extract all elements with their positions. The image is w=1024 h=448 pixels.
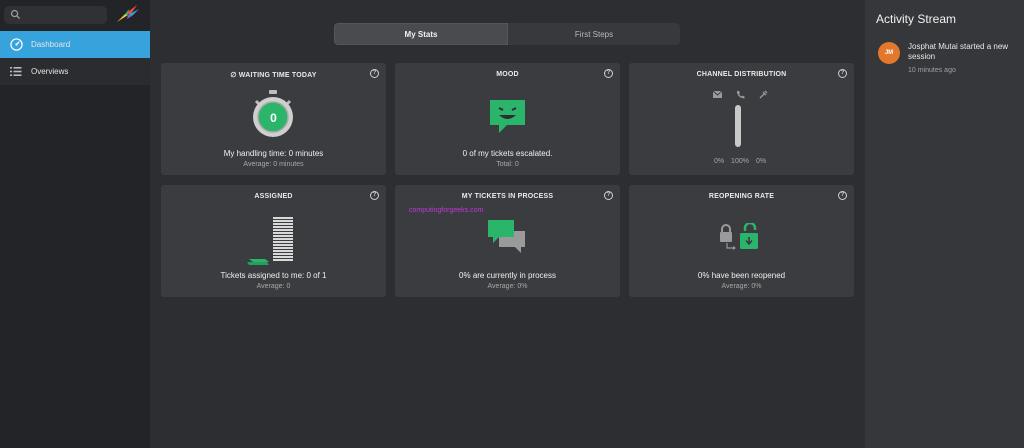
reopening-average: Average: 0%: [721, 283, 762, 290]
waiting-time-main: My handling time: 0 minutes: [223, 149, 324, 158]
waiting-time-average: Average: 0 minutes: [243, 161, 304, 168]
search-input[interactable]: [4, 6, 107, 24]
help-icon[interactable]: ?: [370, 191, 379, 200]
ticket-stack-icon: [247, 217, 293, 265]
help-icon[interactable]: ?: [838, 191, 847, 200]
waiting-time-value: 0: [270, 111, 277, 125]
mood-total: Total: 0: [496, 161, 519, 168]
in-process-main: 0% are currently in process: [459, 271, 556, 280]
help-icon[interactable]: ?: [370, 69, 379, 78]
dashboard-main: My Stats First Steps ∅ WAITING TIME TODA…: [150, 0, 865, 448]
zammad-logo-icon[interactable]: [115, 3, 141, 25]
watermark-text: computingforgeeks.com: [409, 207, 484, 214]
card-title: MOOD: [496, 71, 519, 78]
help-icon[interactable]: ?: [838, 69, 847, 78]
tickets-in-process-card: MY TICKETS IN PROCESS ? 0% are currently…: [395, 185, 620, 297]
email-icon: [713, 91, 722, 98]
assigned-average: Average: 0: [256, 283, 291, 290]
list-icon: [9, 65, 23, 79]
sidebar-item-label: Overviews: [31, 67, 69, 76]
reopening-main: 0% have been reopened: [697, 271, 786, 280]
card-title: MY TICKETS IN PROCESS: [461, 193, 554, 200]
card-title: ASSIGNED: [254, 193, 293, 200]
lock-unlock-icon: [720, 223, 758, 250]
card-title: ∅ WAITING TIME TODAY: [230, 72, 317, 79]
activity-item-text[interactable]: Josphat Mutai started a new session: [908, 42, 1020, 62]
phone-channel-bar: [735, 105, 741, 147]
sidebar-item-overviews[interactable]: Overviews: [0, 58, 150, 85]
avatar[interactable]: JM: [878, 42, 900, 64]
waiting-time-card: ∅ WAITING TIME TODAY ? 0 My handling tim…: [161, 63, 386, 175]
mood-card: MOOD ? 0 of my tickets escalated. Total:…: [395, 63, 620, 175]
mood-main: 0 of my tickets escalated.: [462, 149, 553, 158]
help-icon[interactable]: ?: [604, 69, 613, 78]
phone-percent: 100%: [731, 158, 749, 165]
email-percent: 0%: [713, 158, 725, 165]
phone-icon: [737, 91, 745, 99]
sidebar: Dashboard Overviews: [0, 0, 150, 448]
assigned-card: ASSIGNED ? Tickets assigned to me: 0 of …: [161, 185, 386, 297]
card-title: CHANNEL DISTRIBUTION: [696, 71, 787, 78]
activity-stream-title: Activity Stream: [876, 12, 957, 26]
reopening-rate-card: REOPENING RATE ? 0% have been reopened A…: [629, 185, 854, 297]
web-percent: 0%: [755, 158, 767, 165]
search-icon: [10, 9, 21, 20]
help-icon[interactable]: ?: [604, 191, 613, 200]
sidebar-header: [0, 0, 150, 31]
dashboard-icon: [9, 38, 23, 52]
stats-tabs: My Stats First Steps: [334, 23, 680, 45]
tab-first-steps[interactable]: First Steps: [508, 23, 680, 45]
chat-bubbles-icon: [488, 220, 525, 253]
sidebar-item-dashboard[interactable]: Dashboard: [0, 31, 150, 58]
smiley-chat-icon: [490, 100, 525, 133]
activity-stream-panel: Activity Stream JM Josphat Mutai started…: [865, 0, 1024, 448]
card-title: REOPENING RATE: [708, 193, 775, 200]
tab-my-stats[interactable]: My Stats: [334, 23, 508, 45]
activity-item-time: 10 minutes ago: [908, 67, 956, 74]
web-icon: [759, 90, 768, 99]
channel-distribution-card: CHANNEL DISTRIBUTION ? 0% 100% 0%: [629, 63, 854, 175]
in-process-average: Average: 0%: [487, 283, 528, 290]
assigned-main: Tickets assigned to me: 0 of 1: [220, 271, 327, 280]
sidebar-item-label: Dashboard: [31, 40, 71, 49]
